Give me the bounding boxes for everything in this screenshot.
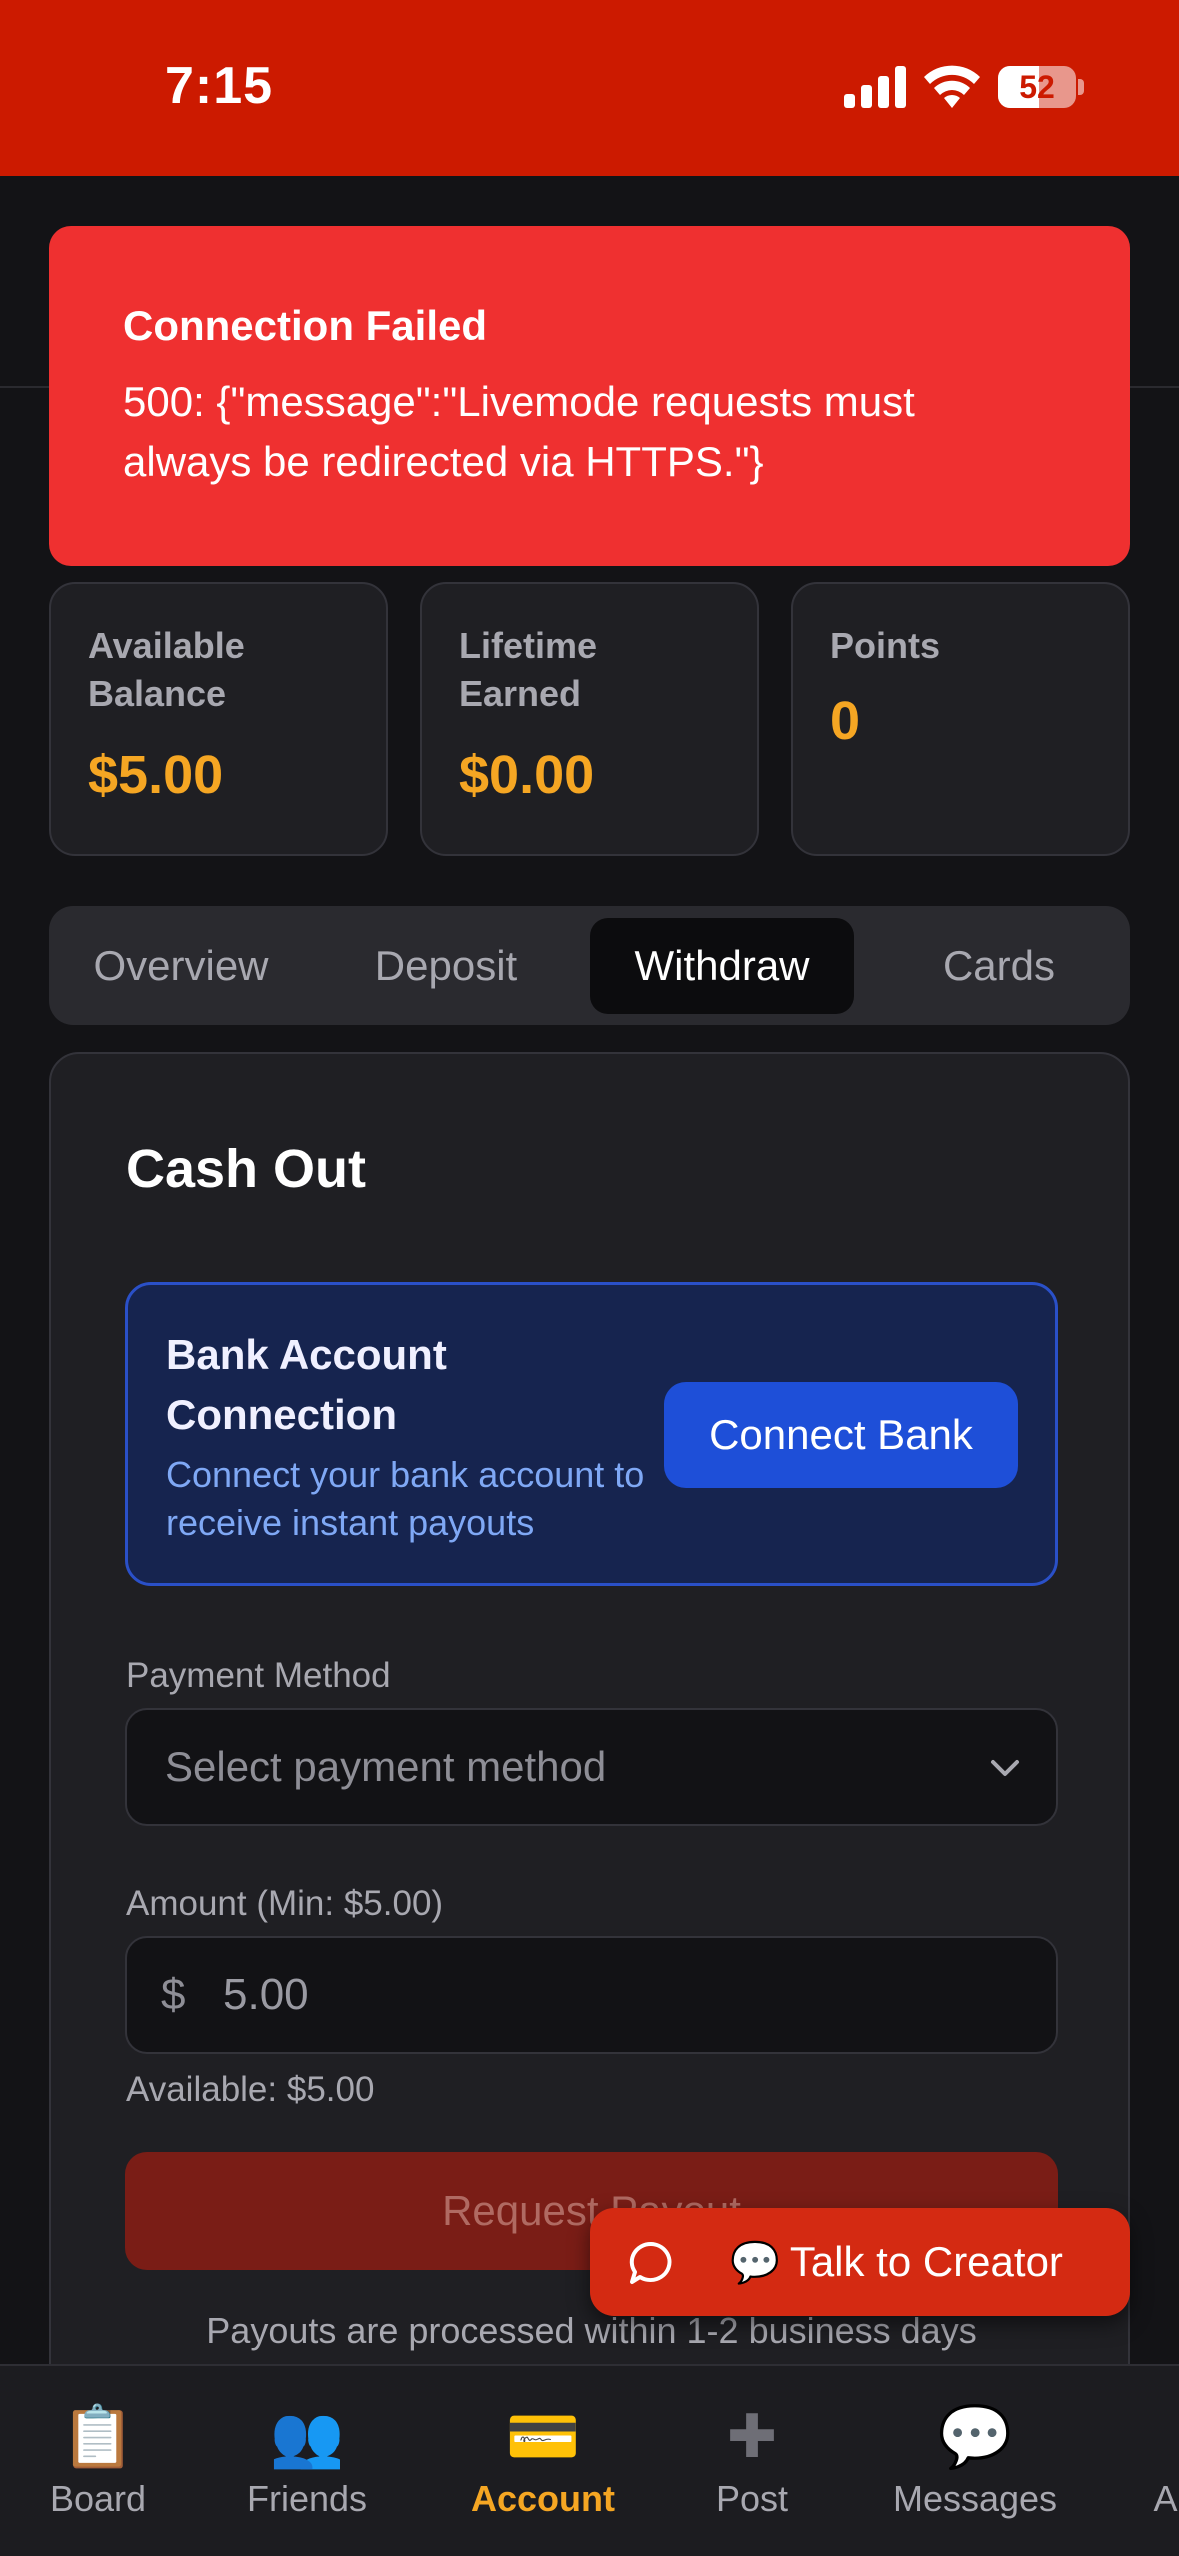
nav-label: Messages bbox=[892, 2478, 1058, 2519]
amount-field[interactable]: $ bbox=[125, 1936, 1058, 2054]
status-bar: 7:15 52 bbox=[0, 0, 1179, 176]
battery-icon: 52 bbox=[998, 66, 1076, 108]
nav-label: Friends bbox=[246, 2478, 368, 2519]
nav-label: Account bbox=[471, 2478, 615, 2519]
currency-symbol: $ bbox=[161, 1970, 186, 2019]
tab-withdraw[interactable]: Withdraw bbox=[590, 918, 854, 1014]
speech-bubble-emoji-icon: 💬 bbox=[730, 2241, 780, 2285]
stat-value: 0 bbox=[830, 691, 861, 751]
wifi-icon bbox=[924, 65, 980, 108]
nav-item-friends[interactable]: 👥 Friends bbox=[232, 2402, 382, 2520]
card-title: Cash Out bbox=[126, 1139, 367, 1199]
status-time: 7:15 bbox=[165, 57, 274, 115]
nav-label: Board bbox=[49, 2478, 147, 2519]
stat-label: Points bbox=[830, 625, 941, 666]
bottom-nav: 📋 Board 👥 Friends 💳 Account ✚ Post 💬 Mes… bbox=[0, 2364, 1179, 2556]
nav-item-account[interactable]: 💳 Account bbox=[462, 2402, 624, 2520]
nav-label: A bbox=[1153, 2478, 1178, 2519]
payment-method-placeholder: Select payment method bbox=[165, 1743, 607, 1790]
amount-label: Amount (Min: $5.00) bbox=[126, 1884, 444, 1923]
nav-label: Post bbox=[715, 2478, 789, 2519]
nav-item-post[interactable]: ✚ Post bbox=[700, 2402, 804, 2520]
bank-title: Bank Account Connection bbox=[166, 1331, 447, 1438]
talk-to-creator-label: 💬 Talk to Creator bbox=[730, 2208, 1063, 2317]
tab-overview[interactable]: Overview bbox=[61, 918, 301, 1014]
bank-subtitle: Connect your bank account to receive ins… bbox=[166, 1454, 645, 1543]
nav-item-board[interactable]: 📋 Board bbox=[36, 2402, 160, 2520]
battery-level: 52 bbox=[1019, 69, 1055, 105]
battery-tip bbox=[1078, 79, 1084, 95]
stat-value: $0.00 bbox=[459, 745, 595, 805]
stat-label: Available Balance bbox=[88, 625, 245, 714]
clipboard-icon: 📋 bbox=[60, 2403, 136, 2470]
tab-cards[interactable]: Cards bbox=[879, 918, 1119, 1014]
stat-label: Lifetime Earned bbox=[459, 625, 598, 714]
credit-card-icon: 💳 bbox=[505, 2403, 581, 2470]
people-icon: 👥 bbox=[269, 2403, 345, 2470]
wallet-tabs: Overview Deposit Withdraw Cards bbox=[49, 906, 1130, 1025]
tab-deposit[interactable]: Deposit bbox=[326, 918, 566, 1014]
fab-text: Talk to Creator bbox=[789, 2238, 1063, 2285]
talk-to-creator-button[interactable]: 💬 Talk to Creator bbox=[590, 2208, 1130, 2316]
amount-input[interactable] bbox=[223, 1938, 923, 2052]
chat-bubble-icon bbox=[629, 2241, 672, 2284]
toast-message: 500: {"message":"Livemode requests must … bbox=[123, 378, 915, 485]
stat-value: $5.00 bbox=[88, 745, 224, 805]
plus-icon: ✚ bbox=[726, 2403, 778, 2470]
toast-title: Connection Failed bbox=[123, 302, 488, 349]
nav-item-messages[interactable]: 💬 Messages bbox=[880, 2402, 1070, 2520]
stat-points: Points 0 bbox=[791, 582, 1130, 856]
payment-method-label: Payment Method bbox=[126, 1656, 391, 1695]
payment-method-select[interactable]: Select payment method bbox=[125, 1708, 1058, 1826]
connect-bank-button[interactable]: Connect Bank bbox=[664, 1382, 1018, 1488]
bank-connection-panel: Bank Account Connection Connect your ban… bbox=[125, 1282, 1058, 1586]
error-toast[interactable]: Connection Failed 500: {"message":"Livem… bbox=[49, 226, 1130, 566]
stat-lifetime-earned: Lifetime Earned $0.00 bbox=[420, 582, 759, 856]
nav-icon-placeholder bbox=[1152, 2402, 1179, 2472]
message-bubble-icon: 💬 bbox=[937, 2403, 1013, 2470]
stat-available-balance: Available Balance $5.00 bbox=[49, 582, 388, 856]
available-note: Available: $5.00 bbox=[126, 2070, 375, 2109]
cellular-signal-icon bbox=[844, 66, 906, 108]
nav-item-overflow[interactable]: A bbox=[1152, 2402, 1179, 2520]
chevron-down-icon bbox=[991, 1760, 1019, 1776]
